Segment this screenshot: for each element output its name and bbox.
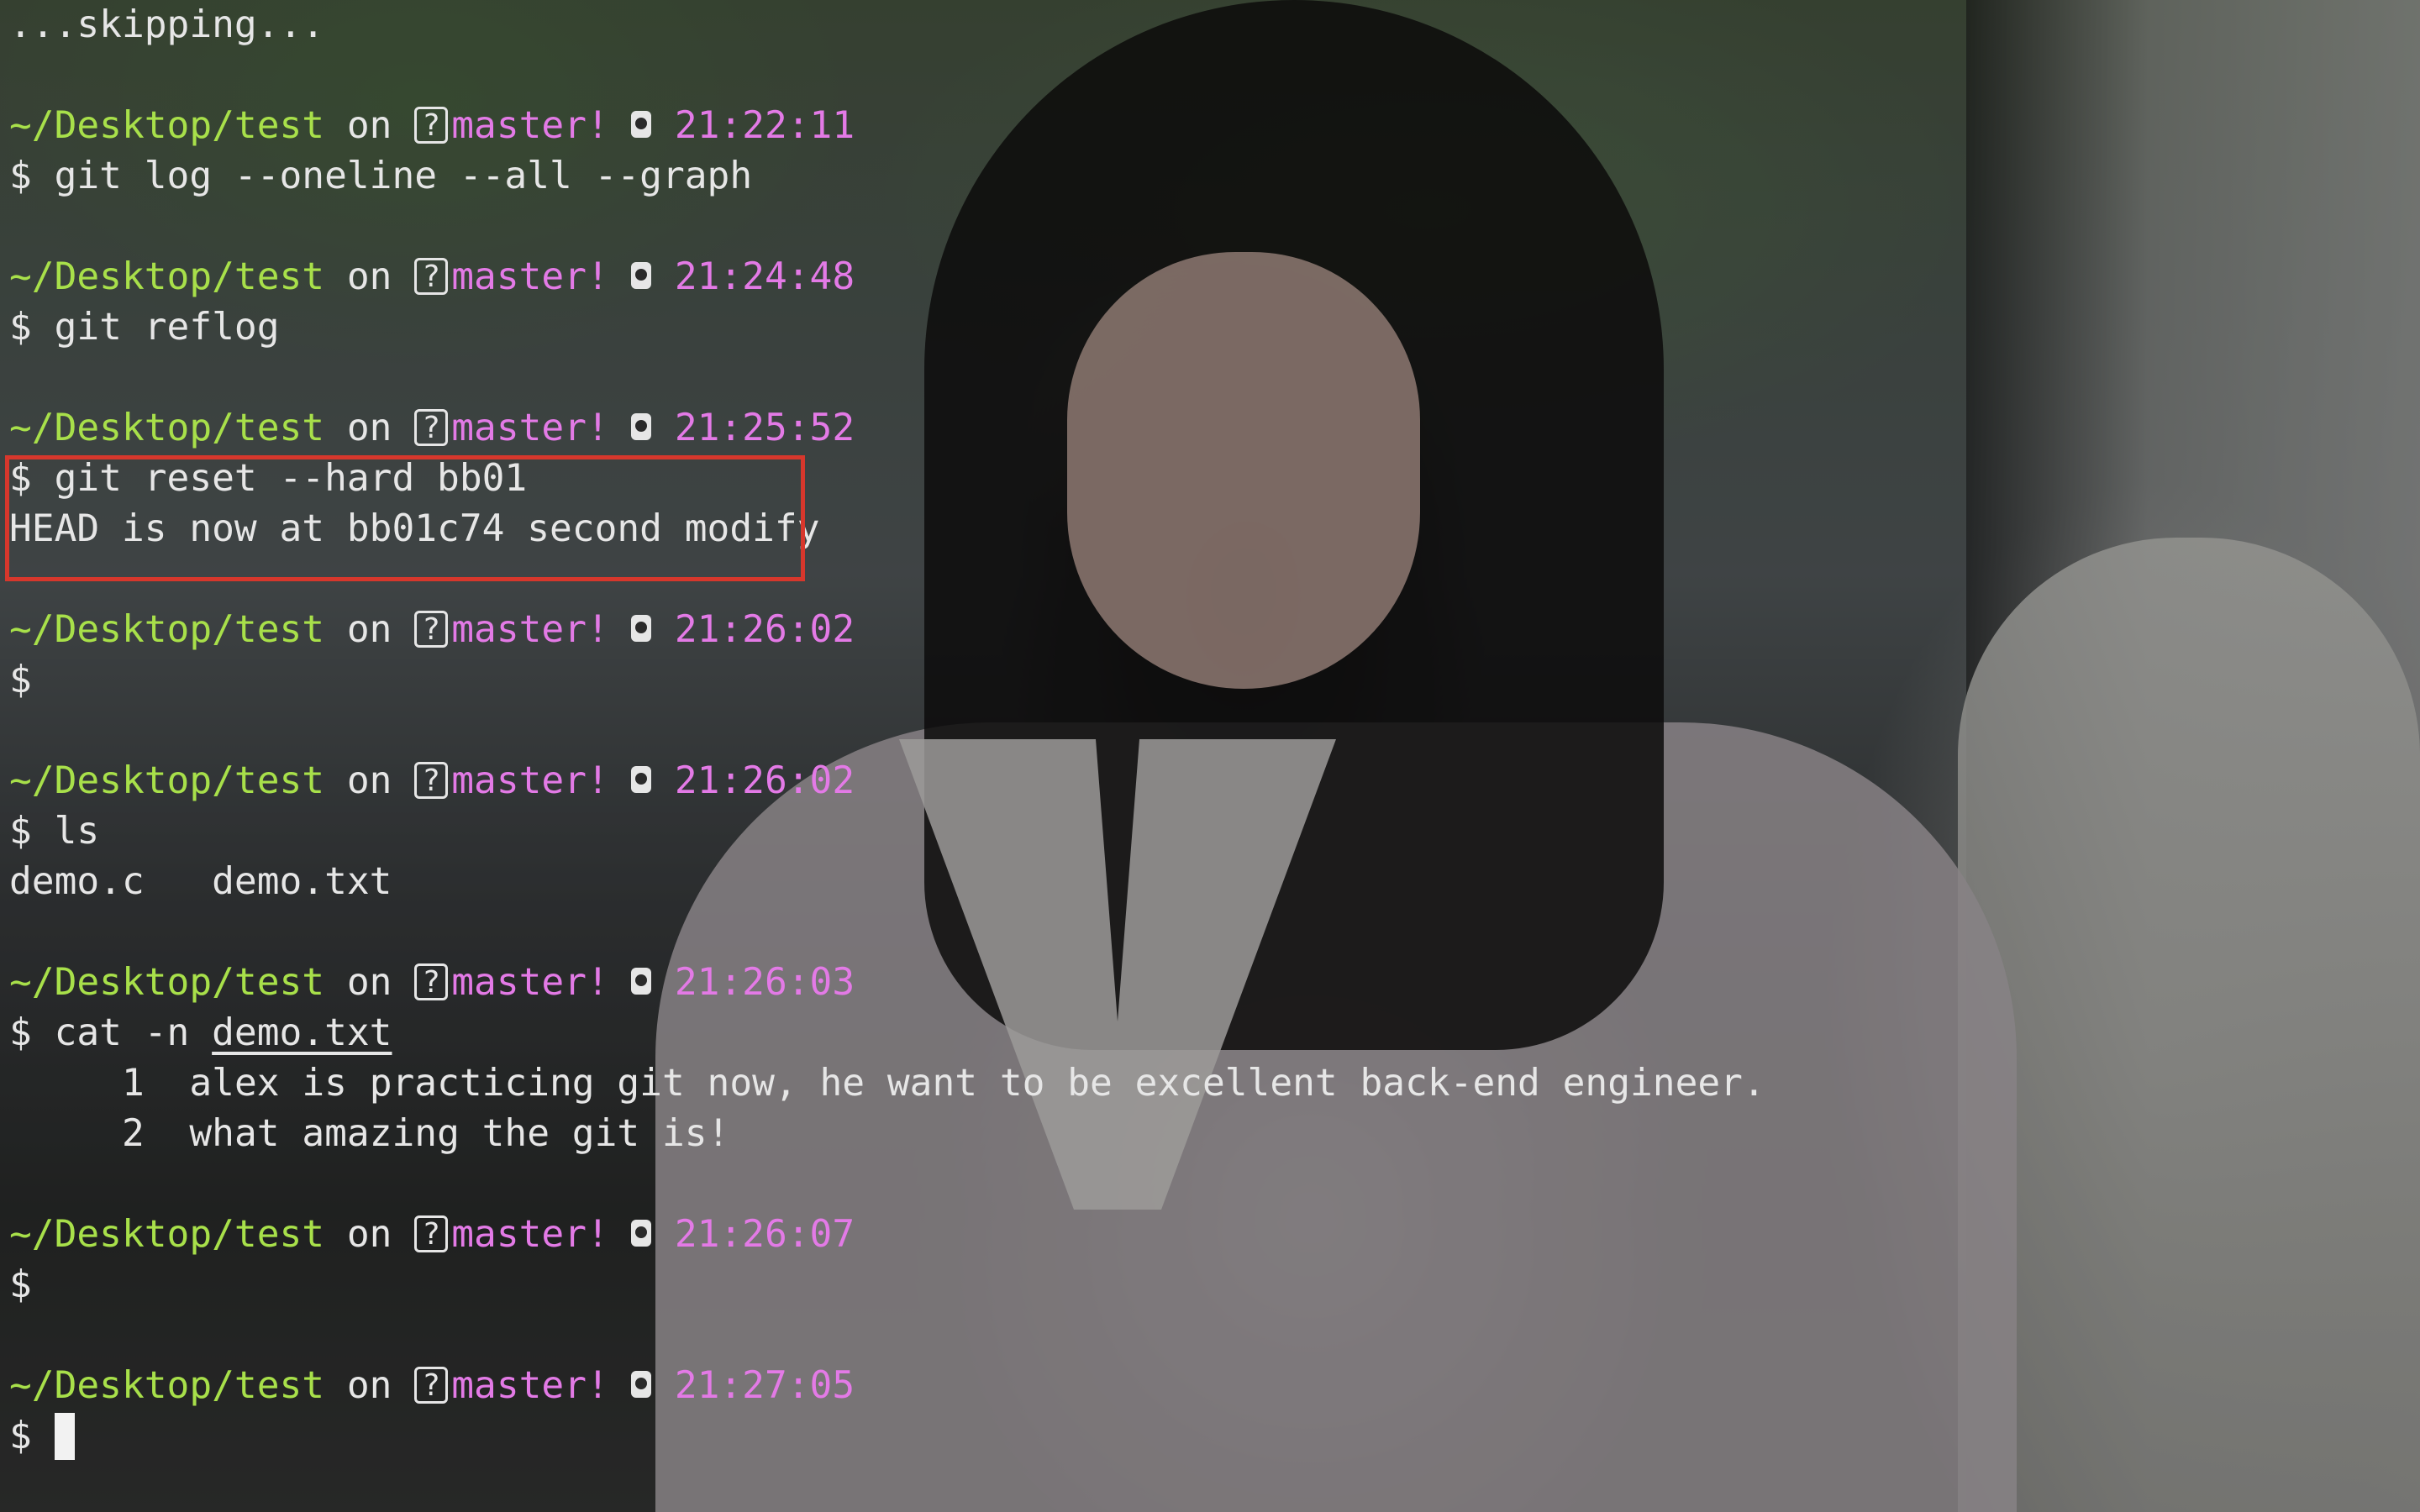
prompt-line: ~/Desktop/test on ? master! 21:27:05: [9, 1361, 855, 1411]
prompt-symbol: $: [9, 810, 32, 853]
prompt-branch: master!: [451, 759, 609, 802]
prompt-on: on: [346, 1213, 392, 1256]
file-entry: demo.c: [9, 860, 145, 903]
watch-icon: [630, 1371, 651, 1398]
watch-icon: [630, 262, 651, 289]
prompt-symbol: $: [9, 155, 32, 197]
prompt-branch: master!: [451, 255, 609, 298]
watch-icon: [630, 968, 651, 995]
skip-line: ...skipping...: [9, 3, 325, 46]
command-text: cat -n: [54, 1011, 213, 1054]
command-line: $ git log --oneline --all --graph: [9, 151, 752, 202]
prompt-path: ~/Desktop/test: [9, 407, 325, 449]
prompt-symbol: $: [9, 1263, 32, 1306]
prompt-branch: master!: [451, 407, 609, 449]
text-cursor[interactable]: [54, 1413, 75, 1460]
prompt-branch: master!: [451, 104, 609, 147]
command-line: $: [9, 1260, 32, 1310]
command-file-arg[interactable]: demo.txt: [212, 1011, 392, 1054]
question-box-icon: ?: [414, 611, 449, 648]
prompt-path: ~/Desktop/test: [9, 104, 325, 147]
prompt-line: ~/Desktop/test on ? master! 21:26:02: [9, 605, 855, 655]
prompt-symbol: $: [9, 1415, 32, 1457]
prompt-on: on: [346, 759, 392, 802]
prompt-on: on: [346, 104, 392, 147]
watch-icon: [630, 766, 651, 793]
line-text: what amazing the git is!: [189, 1112, 730, 1155]
question-box-icon: ?: [414, 963, 449, 1000]
line-number: 1: [121, 1062, 145, 1105]
prompt-time: 21:26:02: [674, 759, 855, 802]
prompt-line: ~/Desktop/test on ? master! 21:26:02: [9, 756, 855, 806]
file-entry: demo.txt: [212, 860, 392, 903]
question-box-icon: ?: [414, 107, 449, 144]
prompt-branch: master!: [451, 608, 609, 651]
question-box-icon: ?: [414, 1215, 449, 1252]
command-text: git log --oneline --all --graph: [54, 155, 753, 197]
question-box-icon: ?: [414, 258, 449, 295]
prompt-on: on: [346, 407, 392, 449]
file-line: 1 alex is practicing git now, he want to…: [9, 1058, 1765, 1109]
prompt-on: on: [346, 608, 392, 651]
prompt-branch: master!: [451, 961, 609, 1004]
prompt-line: ~/Desktop/test on ? master! 21:24:48: [9, 252, 855, 302]
question-box-icon: ?: [414, 409, 449, 446]
prompt-time: 21:26:07: [674, 1213, 855, 1256]
prompt-path: ~/Desktop/test: [9, 1364, 325, 1407]
prompt-on: on: [346, 961, 392, 1004]
command-line: $ ls: [9, 806, 99, 857]
watch-icon: [630, 1220, 651, 1247]
watch-icon: [630, 413, 651, 440]
prompt-line: ~/Desktop/test on ? master! 21:25:52: [9, 403, 855, 454]
prompt-time: 21:22:11: [674, 104, 855, 147]
prompt-line: ~/Desktop/test on ? master! 21:22:11: [9, 101, 855, 151]
line-text: alex is practicing git now, he want to b…: [189, 1062, 1765, 1105]
question-box-icon: ?: [414, 1367, 449, 1404]
prompt-time: 21:26:03: [674, 961, 855, 1004]
prompt-time: 21:25:52: [674, 407, 855, 449]
command-text: git reflog: [54, 306, 280, 349]
prompt-symbol: $: [9, 1011, 32, 1054]
prompt-path: ~/Desktop/test: [9, 759, 325, 802]
ls-output: demo.c demo.txt: [9, 857, 392, 907]
active-command-line[interactable]: $: [9, 1411, 75, 1462]
prompt-time: 21:27:05: [674, 1364, 855, 1407]
prompt-symbol: $: [9, 659, 32, 701]
prompt-line: ~/Desktop/test on ? master! 21:26:03: [9, 958, 855, 1008]
question-box-icon: ?: [414, 762, 449, 799]
prompt-time: 21:24:48: [674, 255, 855, 298]
prompt-path: ~/Desktop/test: [9, 608, 325, 651]
highlight-annotation-box: [5, 455, 805, 581]
prompt-time: 21:26:02: [674, 608, 855, 651]
command-text: ls: [54, 810, 100, 853]
command-line: $ git reflog: [9, 302, 280, 353]
watch-icon: [630, 615, 651, 642]
prompt-on: on: [346, 1364, 392, 1407]
command-line: $: [9, 655, 32, 706]
file-line: 2 what amazing the git is!: [9, 1109, 729, 1159]
prompt-path: ~/Desktop/test: [9, 1213, 325, 1256]
prompt-line: ~/Desktop/test on ? master! 21:26:07: [9, 1210, 855, 1260]
prompt-branch: master!: [451, 1213, 609, 1256]
terminal-window[interactable]: ...skipping... ~/Desktop/test on ? master…: [0, 0, 2420, 1512]
prompt-on: on: [346, 255, 392, 298]
command-line: $ cat -n demo.txt: [9, 1008, 392, 1058]
prompt-path: ~/Desktop/test: [9, 255, 325, 298]
watch-icon: [630, 111, 651, 138]
prompt-symbol: $: [9, 306, 32, 349]
prompt-branch: master!: [451, 1364, 609, 1407]
line-number: 2: [121, 1112, 145, 1155]
prompt-path: ~/Desktop/test: [9, 961, 325, 1004]
